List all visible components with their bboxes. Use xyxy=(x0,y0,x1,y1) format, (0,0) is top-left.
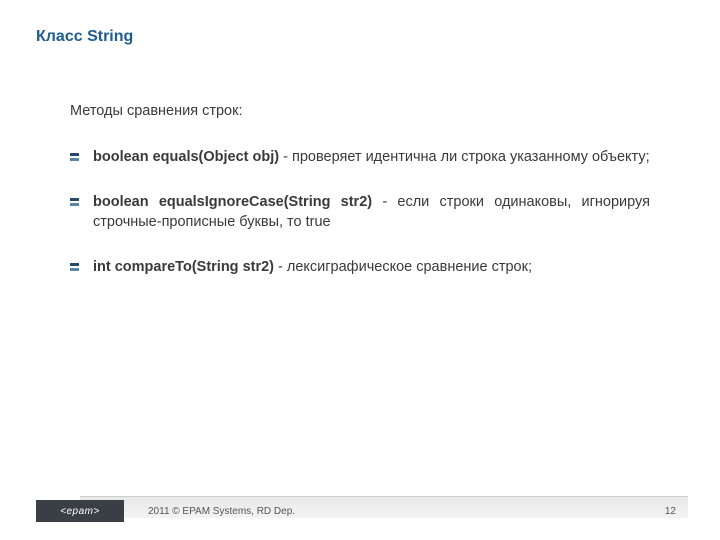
page-number: 12 xyxy=(665,500,676,522)
method-signature: int compareTo(String str2) xyxy=(93,259,274,275)
bullet-icon xyxy=(70,198,79,207)
intro-text: Методы сравнения строк: xyxy=(70,102,650,122)
content-area: Методы сравнения строк: boolean equals(O… xyxy=(70,102,650,304)
bullet-icon xyxy=(70,153,79,162)
method-desc: - лексиграфическое сравнение строк; xyxy=(274,259,532,275)
list-item-text: int compareTo(String str2) - лексиграфич… xyxy=(93,258,650,278)
slide-title: Класс String xyxy=(36,28,133,46)
method-desc: - проверяет идентична ли строка указанно… xyxy=(279,149,650,165)
bullet-icon xyxy=(70,263,79,272)
method-signature: boolean equals(Object obj) xyxy=(93,149,279,165)
epam-logo: <epam> xyxy=(36,500,124,522)
copyright-text: 2011 © EPAM Systems, RD Dep. xyxy=(148,500,295,522)
list-item: int compareTo(String str2) - лексиграфич… xyxy=(70,258,650,278)
list-item: boolean equals(Object obj) - проверяет и… xyxy=(70,148,650,168)
method-signature: boolean equalsIgnoreCase(String str2) xyxy=(93,194,372,210)
list-item: boolean equalsIgnoreCase(String str2) - … xyxy=(70,193,650,232)
slide: Класс String Методы сравнения строк: boo… xyxy=(0,0,720,540)
footer: <epam> 2011 © EPAM Systems, RD Dep. 12 xyxy=(0,496,720,522)
list-item-text: boolean equalsIgnoreCase(String str2) - … xyxy=(93,193,650,232)
list-item-text: boolean equals(Object obj) - проверяет и… xyxy=(93,148,650,168)
